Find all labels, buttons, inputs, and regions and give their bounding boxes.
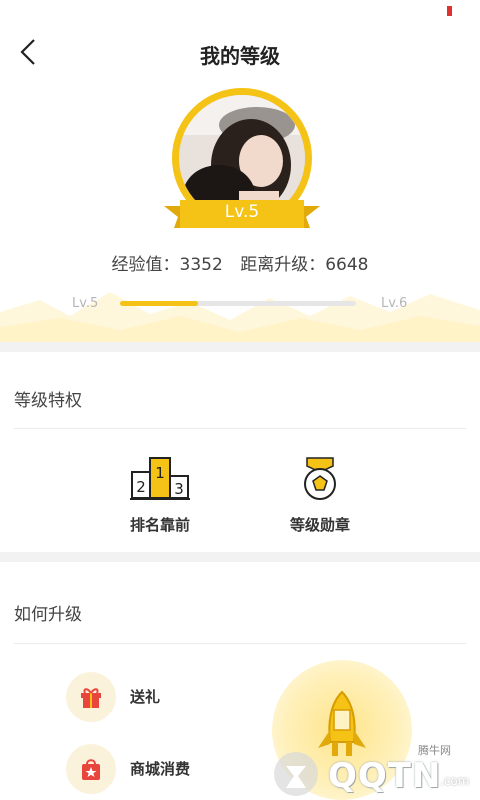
experience-summary: 经验值：3352 距离升级：6648 xyxy=(0,250,480,275)
level-progress-bar xyxy=(120,301,356,306)
privilege-ranking[interactable]: 1 2 3 排名靠前 xyxy=(100,456,220,535)
privilege-ranking-label: 排名靠前 xyxy=(129,516,190,534)
nav-bar: 我的等级 xyxy=(0,22,480,82)
upgrade-title: 如何升级 xyxy=(14,605,82,625)
section-divider xyxy=(0,342,480,352)
badge-level-text: Lv.5 xyxy=(224,202,260,222)
shopping-icon-circle xyxy=(66,744,116,794)
battery-icon xyxy=(447,6,452,16)
upgrade-gift-label: 送礼 xyxy=(130,688,161,706)
page-title: 我的等级 xyxy=(200,44,280,68)
status-bar xyxy=(0,0,480,22)
upgrade-shopping[interactable]: 商城消费 xyxy=(66,744,266,794)
gift-icon-circle xyxy=(66,672,116,722)
watermark: 腾牛网 QQTN .com xyxy=(268,744,480,800)
podium-first: 1 xyxy=(155,464,165,482)
medal-icon xyxy=(304,457,336,500)
watermark-text: QQTN xyxy=(328,756,442,796)
level-badge: Lv.5 xyxy=(164,198,320,232)
upgrade-shopping-label: 商城消费 xyxy=(130,760,191,778)
exp-value: 经验值：3352 xyxy=(111,255,223,275)
podium-second: 2 xyxy=(136,478,146,496)
privilege-medal[interactable]: 等级勋章 xyxy=(260,456,380,535)
gift-icon xyxy=(81,688,101,708)
watermark-suffix: .com xyxy=(440,774,470,788)
shopping-bag-icon xyxy=(82,759,100,780)
current-level-label: Lv.5 xyxy=(72,296,99,311)
level-header: Lv.5 经验值：3352 距离升级：6648 Lv.5 Lv.6 xyxy=(0,82,480,342)
divider-line xyxy=(14,643,466,644)
remaining-exp: 距离升级：6648 xyxy=(240,255,369,275)
upgrade-gift[interactable]: 送礼 xyxy=(66,672,266,722)
privileges-title: 等级特权 xyxy=(14,391,82,411)
watermark-logo-icon xyxy=(274,752,318,796)
next-level-label: Lv.6 xyxy=(381,296,408,311)
section-divider xyxy=(0,552,480,562)
divider-line xyxy=(14,428,466,429)
podium-icon: 1 2 3 xyxy=(130,457,190,500)
privilege-medal-label: 等级勋章 xyxy=(289,516,350,534)
progress-fill xyxy=(120,301,198,306)
podium-third: 3 xyxy=(174,480,184,498)
